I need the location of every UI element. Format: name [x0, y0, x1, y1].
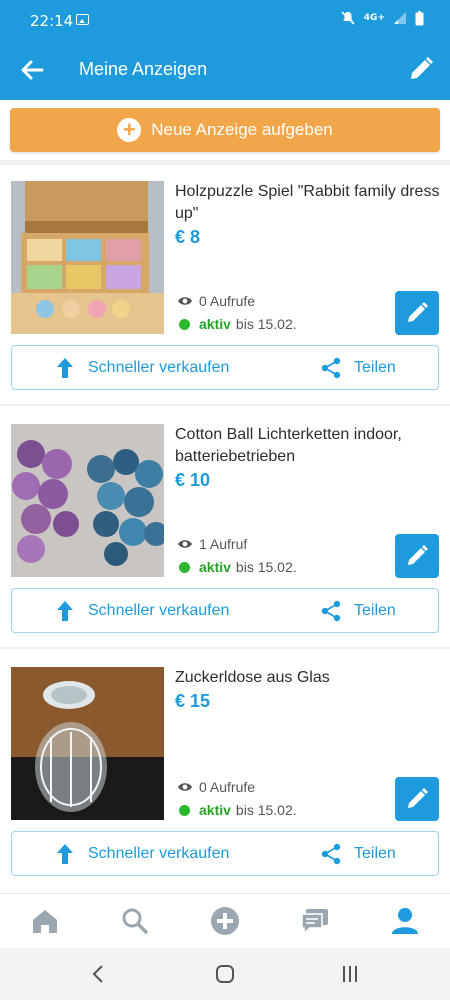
- listing-views: 1 Aufruf: [177, 536, 247, 552]
- listing-actions: Schneller verkaufen Teilen: [11, 588, 439, 633]
- sell-faster-button[interactable]: Schneller verkaufen: [56, 600, 229, 622]
- plus-icon: +: [117, 118, 142, 142]
- listing-title[interactable]: Zuckerldose aus Glas: [175, 667, 440, 689]
- sell-faster-button[interactable]: Schneller verkaufen: [56, 843, 229, 865]
- share-label: Teilen: [354, 602, 396, 619]
- eye-icon: [178, 540, 192, 548]
- active-status-dot: [179, 318, 190, 330]
- sell-faster-label: Schneller verkaufen: [88, 845, 230, 862]
- share-icon: [321, 357, 341, 379]
- listing-actions: Schneller verkaufen Teilen: [11, 831, 439, 876]
- profile-icon[interactable]: [390, 906, 420, 936]
- eye-icon: [178, 783, 192, 791]
- nav-recents-icon[interactable]: [341, 965, 359, 983]
- status-label: aktiv: [199, 559, 231, 575]
- status-time: 22:14: [30, 12, 74, 30]
- sell-faster-button[interactable]: Schneller verkaufen: [56, 357, 229, 379]
- share-button[interactable]: Teilen: [320, 600, 396, 622]
- nav-back-icon[interactable]: [90, 964, 106, 984]
- listing-thumbnail[interactable]: [11, 181, 164, 334]
- network-type-label: 4G+: [363, 13, 385, 23]
- listing-thumbnail[interactable]: [11, 424, 164, 577]
- listing-title[interactable]: Cotton Ball Lichterketten indoor, batter…: [175, 424, 440, 468]
- back-arrow-icon[interactable]: [16, 54, 48, 86]
- app-bar: Meine Anzeigen: [0, 40, 450, 100]
- listing-price: € 8: [175, 227, 201, 247]
- status-bar: 22:14 4G+: [0, 0, 450, 40]
- mute-icon: [341, 11, 355, 25]
- arrow-up-icon: [57, 358, 73, 378]
- signal-icon: [394, 12, 406, 24]
- status-label: aktiv: [199, 802, 231, 818]
- status-until: bis 15.02.: [235, 316, 297, 332]
- share-icon: [321, 600, 341, 622]
- edit-listing-button[interactable]: [395, 777, 439, 821]
- listing-status: aktiv bis 15.02.: [179, 559, 297, 575]
- edit-listing-button[interactable]: [395, 291, 439, 335]
- new-ad-label: Neue Anzeige aufgeben: [151, 120, 333, 139]
- search-icon[interactable]: [120, 906, 150, 936]
- listing-status: aktiv bis 15.02.: [179, 802, 297, 818]
- listing-price: € 10: [175, 470, 211, 490]
- listing-actions: Schneller verkaufen Teilen: [11, 345, 439, 390]
- bottom-tab-bar: [0, 893, 450, 948]
- listing-item[interactable]: Zuckerldose aus Glas € 15 0 Aufrufe akti…: [0, 647, 450, 890]
- arrow-up-icon: [57, 601, 73, 621]
- edit-pencil-icon: [408, 302, 428, 322]
- views-count: 0 Aufrufe: [199, 779, 256, 795]
- listing-thumbnail[interactable]: [11, 667, 164, 820]
- listing-views: 0 Aufrufe: [177, 293, 255, 309]
- battery-icon: [415, 10, 424, 25]
- views-count: 0 Aufrufe: [199, 293, 256, 309]
- share-label: Teilen: [354, 359, 396, 376]
- active-status-dot: [179, 804, 190, 816]
- edit-pencil-icon[interactable]: [406, 54, 436, 84]
- views-count: 1 Aufruf: [199, 536, 248, 552]
- listing-price: € 15: [175, 691, 211, 711]
- sell-faster-label: Schneller verkaufen: [88, 602, 230, 619]
- share-button[interactable]: Teilen: [320, 357, 396, 379]
- edit-listing-button[interactable]: [395, 534, 439, 578]
- listing-item[interactable]: Holzpuzzle Spiel "Rabbit family dress up…: [0, 161, 450, 404]
- system-navigation-bar: [0, 948, 450, 1000]
- arrow-up-icon: [57, 844, 73, 864]
- listing-title[interactable]: Holzpuzzle Spiel "Rabbit family dress up…: [175, 181, 440, 225]
- share-icon: [321, 843, 341, 865]
- nav-home-icon[interactable]: [215, 965, 235, 983]
- status-until: bis 15.02.: [235, 559, 297, 575]
- home-icon[interactable]: [30, 906, 60, 936]
- eye-icon: [178, 297, 192, 305]
- edit-pencil-icon: [408, 788, 428, 808]
- image-notification-icon: [76, 14, 89, 25]
- listing-status: aktiv bis 15.02.: [179, 316, 297, 332]
- listing-item[interactable]: Cotton Ball Lichterketten indoor, batter…: [0, 404, 450, 647]
- add-circle-icon[interactable]: [210, 906, 240, 936]
- page-title: Meine Anzeigen: [79, 59, 208, 79]
- active-status-dot: [179, 561, 190, 573]
- new-ad-button[interactable]: + Neue Anzeige aufgeben: [10, 108, 440, 152]
- sell-faster-label: Schneller verkaufen: [88, 359, 230, 376]
- edit-pencil-icon: [408, 545, 428, 565]
- messages-icon[interactable]: [300, 906, 330, 936]
- share-button[interactable]: Teilen: [320, 843, 396, 865]
- status-until: bis 15.02.: [235, 802, 297, 818]
- status-label: aktiv: [199, 316, 231, 332]
- listing-views: 0 Aufrufe: [177, 779, 255, 795]
- share-label: Teilen: [354, 845, 396, 862]
